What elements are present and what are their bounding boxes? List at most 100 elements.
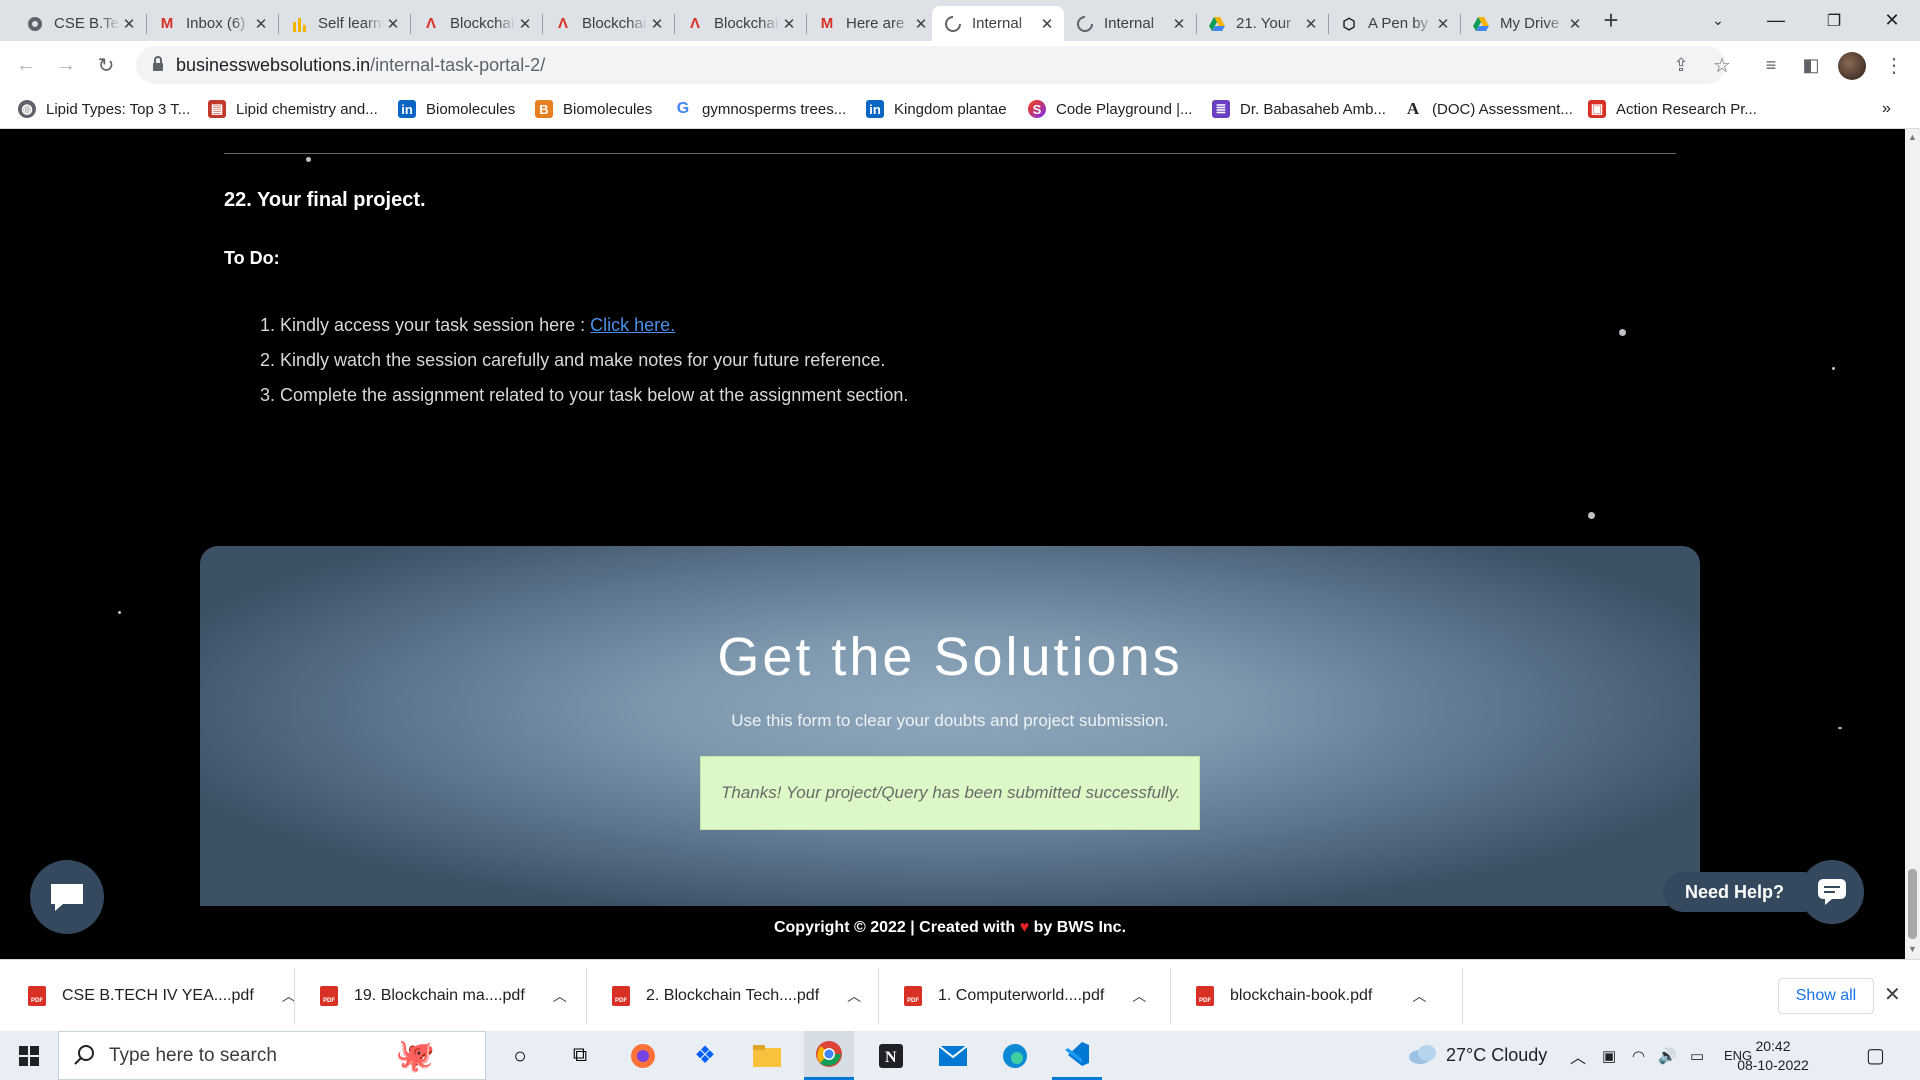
reload-button[interactable]: ↻ [92,51,120,79]
bookmark-1[interactable]: ▤ Lipid chemistry and... [208,98,378,120]
close-icon[interactable]: ✕ [1434,15,1452,33]
bookmark-4[interactable]: Ggymnosperms trees... [674,98,846,120]
codepen-icon: ⬡ [1342,15,1356,33]
bookmarks-bar: ◍ Lipid Types: Top 3 T... ▤ Lipid chemistr… [0,89,1920,129]
weather-text: 27°C Cloudy [1446,1045,1548,1065]
battery-icon[interactable]: ▭ [1690,1031,1704,1080]
close-icon[interactable]: ✕ [780,15,798,33]
scroll-down-icon[interactable]: ▼ [1908,944,1917,954]
bookmark-9[interactable]: ▣ Action Research Pr... [1588,98,1757,120]
share-icon[interactable]: ⇪ [1667,51,1695,79]
show-hidden-icons[interactable]: ︿ [1570,1031,1586,1080]
chevron-up-icon[interactable]: ︿ [1412,986,1426,1006]
cortana-icon[interactable]: ○ [496,1031,544,1080]
todo-label: To Do: [224,248,280,268]
bookmark-2[interactable]: in Biomolecules [398,98,515,120]
click-here-link[interactable]: Click here. [590,315,675,335]
download-item[interactable]: PDF CSE B.TECH IV YEA....pdf ︿ [28,960,296,1032]
back-button[interactable]: ← [12,51,40,79]
download-item[interactable]: PDF 19. Blockchain ma....pdf ︿ [320,960,567,1032]
notion-icon[interactable]: N [866,1031,916,1080]
side-panel-icon[interactable]: ◧ [1797,51,1825,79]
close-icon[interactable]: ✕ [648,15,666,33]
meet-now-icon[interactable]: ▣ [1602,1031,1616,1080]
scrollbar-thumb[interactable] [1908,869,1917,939]
bookmark-5[interactable]: in Kingdom plantae [866,98,1007,120]
start-button[interactable] [0,1031,58,1080]
chat-widget-button[interactable] [30,860,104,934]
tab-10[interactable]: ⬡ A Pen by ✕ [1328,6,1460,41]
task-view-icon[interactable]: ⧉ [556,1031,604,1080]
need-help-label[interactable]: Need Help? [1663,872,1807,912]
chevron-up-icon[interactable]: ︿ [553,986,567,1006]
edge-icon[interactable] [990,1031,1040,1080]
maximize-button[interactable]: ❐ [1806,0,1862,41]
bookmarks-overflow-icon[interactable]: » [1882,98,1891,120]
bookmark-star-icon[interactable]: ☆ [1708,51,1736,79]
list-item: 3. Complete the assignment related to yo… [260,385,909,405]
minimize-button[interactable]: — [1748,0,1804,41]
tab-search-icon[interactable]: ⌄ [1690,0,1746,41]
bookmark-7[interactable]: ≣ Dr. Babasaheb Amb... [1212,98,1386,120]
bookmark-3[interactable]: B Biomolecules [535,98,652,120]
vscode-icon[interactable] [1052,1031,1102,1080]
tab-9[interactable]: 21. Your ✕ [1196,6,1328,41]
network-icon[interactable]: ◠ [1632,1031,1645,1080]
scroll-up-icon[interactable]: ▲ [1908,132,1917,142]
taskbar-search-input[interactable]: Type here to search 🐙 [58,1031,486,1080]
address-bar[interactable]: businesswebsolutions.in/internal-task-po… [136,46,1726,84]
tab-7-active[interactable]: Internal ✕ [932,6,1064,41]
mail-icon[interactable] [928,1031,978,1080]
close-icon[interactable]: ✕ [1170,15,1188,33]
file-explorer-icon[interactable] [742,1031,792,1080]
menu-icon[interactable]: ⋮ [1880,51,1908,79]
tab-5[interactable]: Λ Blockchain ✕ [674,6,806,41]
tab-2[interactable]: Self learning ✕ [278,6,410,41]
tab-1[interactable]: M Inbox (6) ✕ [146,6,278,41]
chrome-taskbar-icon[interactable] [804,1031,854,1080]
tab-8[interactable]: Internal ✕ [1064,6,1196,41]
media-controls-icon[interactable]: ≡ [1757,51,1785,79]
tab-0[interactable]: CSE B.Tech ✕ [14,6,146,41]
google-icon: G [676,100,690,117]
close-icon[interactable]: ✕ [1302,15,1320,33]
bookmark-6[interactable]: S Code Playground |... [1028,98,1192,120]
close-window-button[interactable]: ✕ [1864,0,1920,41]
close-icon[interactable]: ✕ [252,15,270,33]
close-icon[interactable]: ✕ [1566,15,1584,33]
adobe-icon: Λ [425,15,436,32]
chevron-up-icon[interactable]: ︿ [1132,986,1146,1006]
clock[interactable]: 20:42 08-10-2022 [1733,1037,1813,1075]
forward-button[interactable]: → [52,51,80,79]
close-shelf-icon[interactable]: ✕ [1884,982,1901,1007]
close-icon[interactable]: ✕ [120,15,138,33]
avatar[interactable] [1838,52,1866,80]
close-icon[interactable]: ✕ [912,15,930,33]
todo-list: 1. Kindly access your task session here … [260,315,908,420]
bookmark-8[interactable]: A (DOC) Assessment... [1404,98,1573,120]
slideshare-icon: ▣ [1588,100,1606,118]
notifications-icon[interactable]: ▢ [1866,1031,1885,1080]
download-item[interactable]: PDF 2. Blockchain Tech....pdf ︿ [612,960,861,1032]
download-item[interactable]: PDF blockchain-book.pdf ︿ [1196,960,1426,1032]
linkedin-icon: in [866,100,884,118]
chevron-up-icon[interactable]: ︿ [847,986,861,1006]
bookmark-label: Dr. Babasaheb Amb... [1240,100,1386,118]
close-icon[interactable]: ✕ [1038,15,1056,33]
new-tab-button[interactable]: + [1597,5,1625,35]
dropbox-icon[interactable]: ❖ [680,1031,730,1080]
bookmark-0[interactable]: ◍ Lipid Types: Top 3 T... [18,98,190,120]
tab-3[interactable]: Λ Blockchain ✕ [410,6,542,41]
firefox-icon[interactable] [618,1031,668,1080]
tab-4[interactable]: Λ Blockchain ✕ [542,6,674,41]
close-icon[interactable]: ✕ [384,15,402,33]
tab-11[interactable]: My Drive ✕ [1460,6,1592,41]
volume-icon[interactable]: 🔊 [1658,1031,1677,1080]
download-item[interactable]: PDF 1. Computerworld....pdf ︿ [904,960,1146,1032]
help-chat-button[interactable] [1800,860,1864,924]
page-scrollbar[interactable]: ▲ ▼ [1905,129,1920,959]
tab-6[interactable]: M Here are ✕ [806,6,938,41]
close-icon[interactable]: ✕ [516,15,534,33]
weather-widget[interactable]: 27°C Cloudy [1408,1031,1547,1080]
show-all-button[interactable]: Show all [1778,978,1874,1014]
